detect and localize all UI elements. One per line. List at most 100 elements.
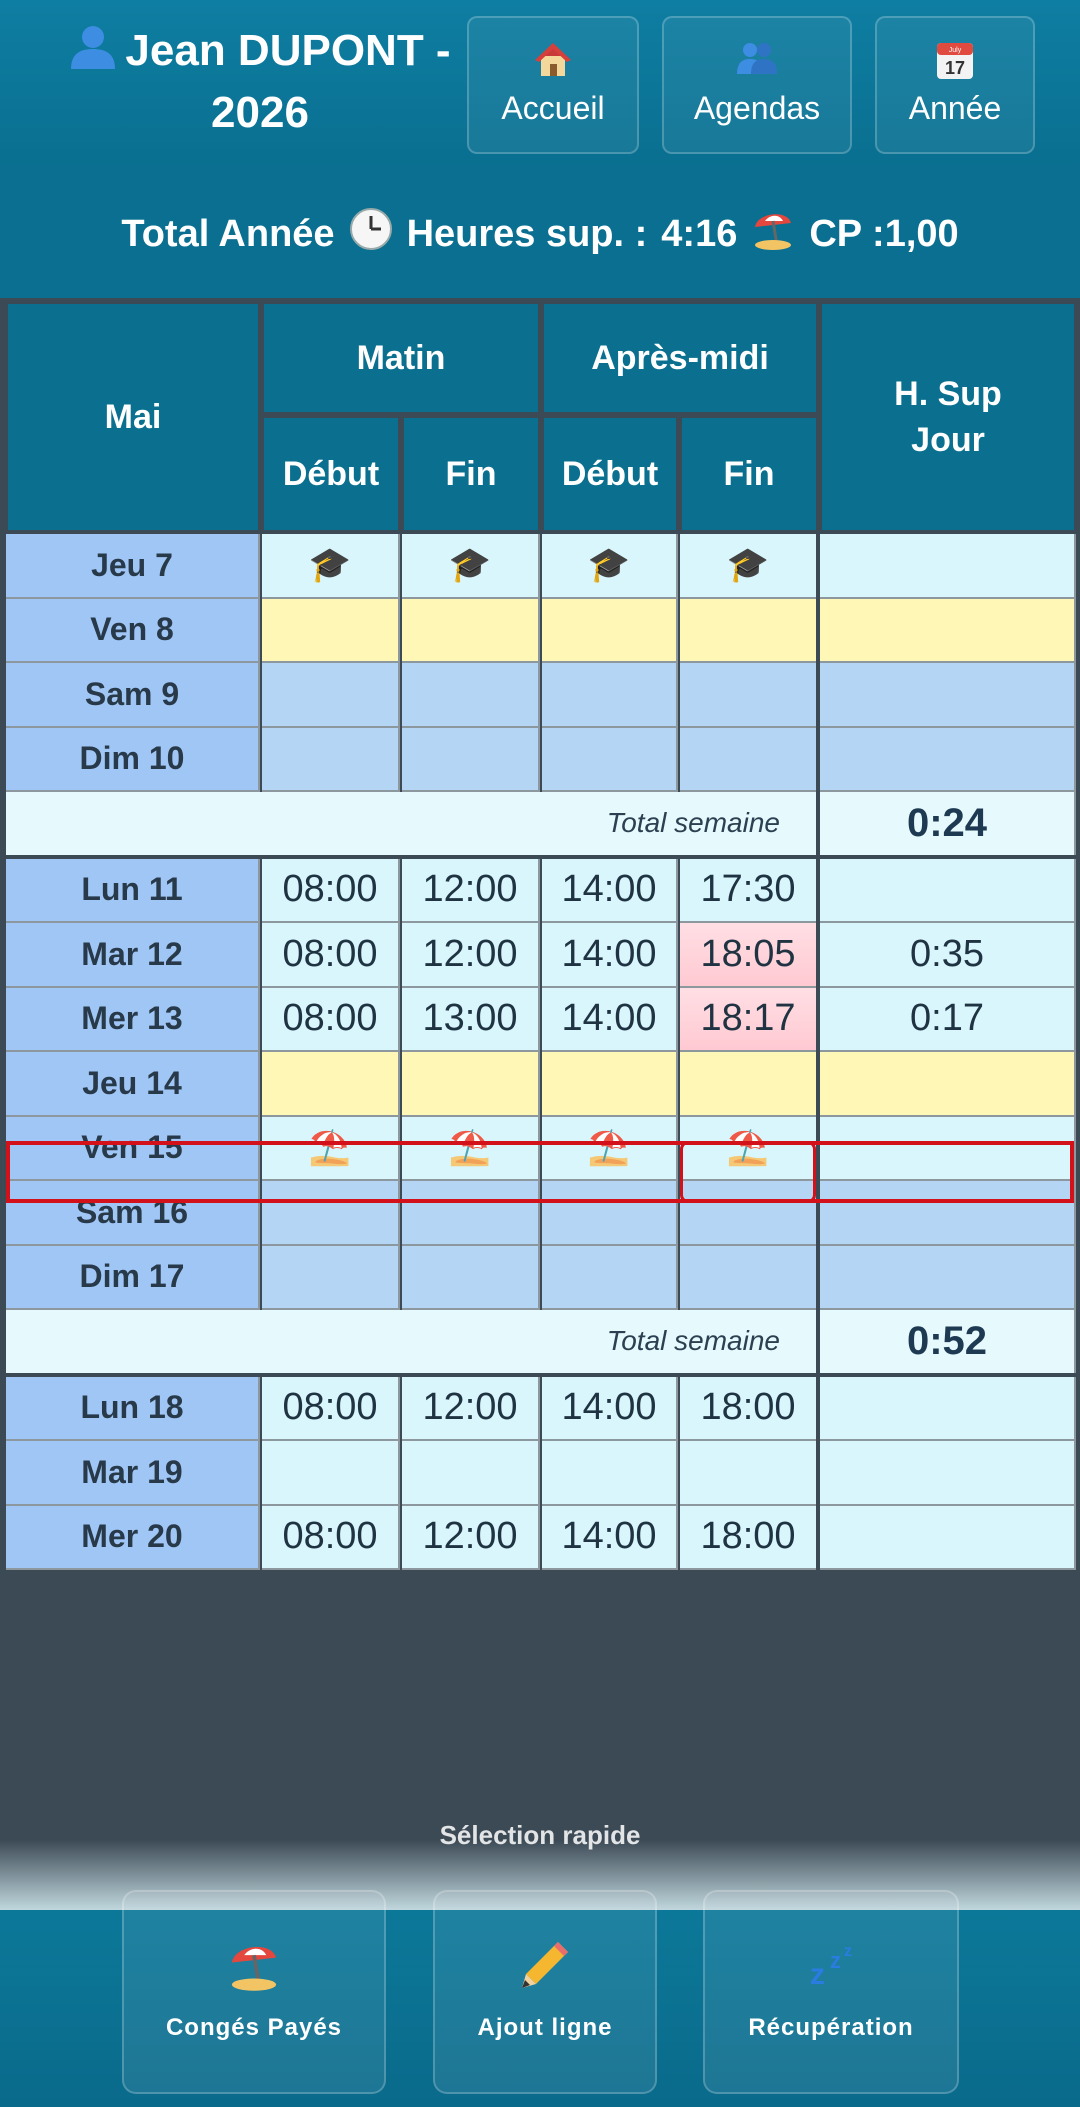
paid-leave-button[interactable]: Congés Payés xyxy=(122,1890,386,2094)
recovery-button[interactable]: zzz Récupération xyxy=(703,1890,959,2094)
morning-start-cell[interactable] xyxy=(262,1181,400,1246)
schedule-table: Mai Matin Après-midi H. Sup Jour Début F… xyxy=(0,298,1080,1910)
morning-end-cell[interactable]: 12:00 xyxy=(402,1376,540,1441)
overtime-day-cell xyxy=(820,1505,1076,1570)
afternoon-start-cell[interactable]: ⛱️ xyxy=(542,1116,678,1181)
day-label[interactable]: Sam 16 xyxy=(6,1181,260,1246)
morning-start-cell[interactable] xyxy=(262,663,400,728)
afternoon-end-cell[interactable] xyxy=(680,598,818,663)
afternoon-start-cell[interactable]: 14:00 xyxy=(542,1376,678,1441)
morning-end-cell[interactable] xyxy=(402,1245,540,1310)
morning-start-cell[interactable] xyxy=(262,1245,400,1310)
morning-end-cell[interactable]: 🎓 xyxy=(402,534,540,599)
day-label[interactable]: Dim 17 xyxy=(6,1245,260,1310)
morning-end-cell[interactable] xyxy=(402,1441,540,1506)
afternoon-end-cell[interactable]: 18:05 xyxy=(680,923,818,988)
afternoon-header: Après-midi xyxy=(542,302,818,414)
overtime-label: Heures sup. : xyxy=(406,212,648,255)
people-icon xyxy=(664,40,850,80)
afternoon-end-cell[interactable] xyxy=(680,1441,818,1506)
morning-end-cell[interactable] xyxy=(402,1181,540,1246)
afternoon-end-cell[interactable]: 18:00 xyxy=(680,1376,818,1441)
afternoon-end-cell[interactable] xyxy=(680,1181,818,1246)
afternoon-end-cell[interactable]: 18:00 xyxy=(680,1505,818,1570)
afternoon-end-cell[interactable] xyxy=(680,663,818,728)
afternoon-start-cell[interactable]: 🎓 xyxy=(542,534,678,599)
sleep-icon: zzz xyxy=(705,1938,957,1992)
afternoon-end-cell[interactable]: ⛱️ xyxy=(680,1116,818,1181)
overtime-day-cell xyxy=(820,534,1076,599)
overtime-day-cell xyxy=(820,1441,1076,1506)
day-label[interactable]: Sam 9 xyxy=(6,663,260,728)
afternoon-start-cell[interactable] xyxy=(542,1441,678,1506)
quick-selection-title: Sélection rapide xyxy=(439,1820,641,1850)
afternoon-start-cell[interactable]: 14:00 xyxy=(542,858,678,923)
morning-start-cell[interactable]: 🎓 xyxy=(262,534,400,599)
afternoon-end-cell[interactable] xyxy=(680,1245,818,1310)
person-icon xyxy=(69,23,117,84)
day-label[interactable]: Mar 19 xyxy=(6,1441,260,1506)
day-label[interactable]: Lun 18 xyxy=(6,1376,260,1441)
year-button[interactable]: July 17 Année xyxy=(875,16,1035,154)
morning-end-cell[interactable]: 12:00 xyxy=(402,858,540,923)
year-nav-label: Année xyxy=(908,90,1002,126)
day-label[interactable]: Jeu 7 xyxy=(6,534,260,599)
day-label[interactable]: Ven 15 xyxy=(6,1116,260,1181)
morning-end-cell[interactable] xyxy=(402,598,540,663)
overtime-day-cell xyxy=(820,727,1076,792)
afternoon-start-cell[interactable]: 14:00 xyxy=(542,987,678,1052)
week-total-label: Total semaine xyxy=(6,1310,818,1375)
morning-start-cell[interactable]: 08:00 xyxy=(262,1505,400,1570)
day-label[interactable]: Lun 11 xyxy=(6,858,260,923)
morning-start-cell[interactable]: 08:00 xyxy=(262,858,400,923)
morning-start-cell[interactable]: 08:00 xyxy=(262,923,400,988)
afternoon-start-cell[interactable] xyxy=(542,663,678,728)
morning-start-cell[interactable] xyxy=(262,1441,400,1506)
day-label[interactable]: Mer 13 xyxy=(6,987,260,1052)
sleep-z-small: z xyxy=(844,1943,852,1960)
afternoon-start-cell[interactable]: 14:00 xyxy=(542,1505,678,1570)
afternoon-end-cell[interactable] xyxy=(680,727,818,792)
overtime-day-cell xyxy=(820,858,1076,923)
morning-start-cell[interactable]: 08:00 xyxy=(262,987,400,1052)
morning-end-cell[interactable] xyxy=(402,663,540,728)
hsup-line1: H. Sup xyxy=(894,375,1002,413)
afternoon-end-cell[interactable]: 18:17 xyxy=(680,987,818,1052)
paid-leave-label: Congés Payés xyxy=(165,2014,343,2041)
overtime-day-cell: 0:17 xyxy=(820,987,1076,1052)
day-label[interactable]: Dim 10 xyxy=(6,727,260,792)
pencil-icon xyxy=(435,1938,655,1992)
morning-end-cell[interactable]: 13:00 xyxy=(402,987,540,1052)
afternoon-end-cell[interactable] xyxy=(680,1052,818,1117)
home-button[interactable]: Accueil xyxy=(467,16,639,154)
afternoon-start-header: Début xyxy=(542,416,678,532)
afternoon-end-cell[interactable]: 🎓 xyxy=(680,534,818,599)
afternoon-start-cell[interactable] xyxy=(542,727,678,792)
morning-start-cell[interactable] xyxy=(262,727,400,792)
agendas-button[interactable]: Agendas xyxy=(662,16,852,154)
day-label[interactable]: Ven 8 xyxy=(6,598,260,663)
afternoon-start-cell[interactable] xyxy=(542,1245,678,1310)
morning-start-cell[interactable] xyxy=(262,598,400,663)
afternoon-start-cell[interactable] xyxy=(542,1181,678,1246)
morning-end-cell[interactable]: ⛱️ xyxy=(402,1116,540,1181)
add-line-button[interactable]: Ajout ligne xyxy=(433,1890,657,2094)
day-label[interactable]: Jeu 14 xyxy=(6,1052,260,1117)
afternoon-start-cell[interactable] xyxy=(542,598,678,663)
day-label[interactable]: Mer 20 xyxy=(6,1505,260,1570)
week-total-value: 0:52 xyxy=(820,1310,1076,1375)
day-label[interactable]: Mar 12 xyxy=(6,923,260,988)
morning-end-cell[interactable]: 12:00 xyxy=(402,923,540,988)
morning-end-cell[interactable] xyxy=(402,1052,540,1117)
morning-start-cell[interactable]: 08:00 xyxy=(262,1376,400,1441)
morning-end-cell[interactable] xyxy=(402,727,540,792)
afternoon-start-cell[interactable]: 14:00 xyxy=(542,923,678,988)
beach-umbrella-icon xyxy=(751,207,795,261)
afternoon-start-cell[interactable] xyxy=(542,1052,678,1117)
morning-start-cell[interactable] xyxy=(262,1052,400,1117)
afternoon-end-cell[interactable]: 17:30 xyxy=(680,858,818,923)
overtime-day-cell xyxy=(820,1376,1076,1441)
morning-end-cell[interactable]: 12:00 xyxy=(402,1505,540,1570)
week-total-value: 0:24 xyxy=(820,792,1076,857)
morning-start-cell[interactable]: ⛱️ xyxy=(262,1116,400,1181)
